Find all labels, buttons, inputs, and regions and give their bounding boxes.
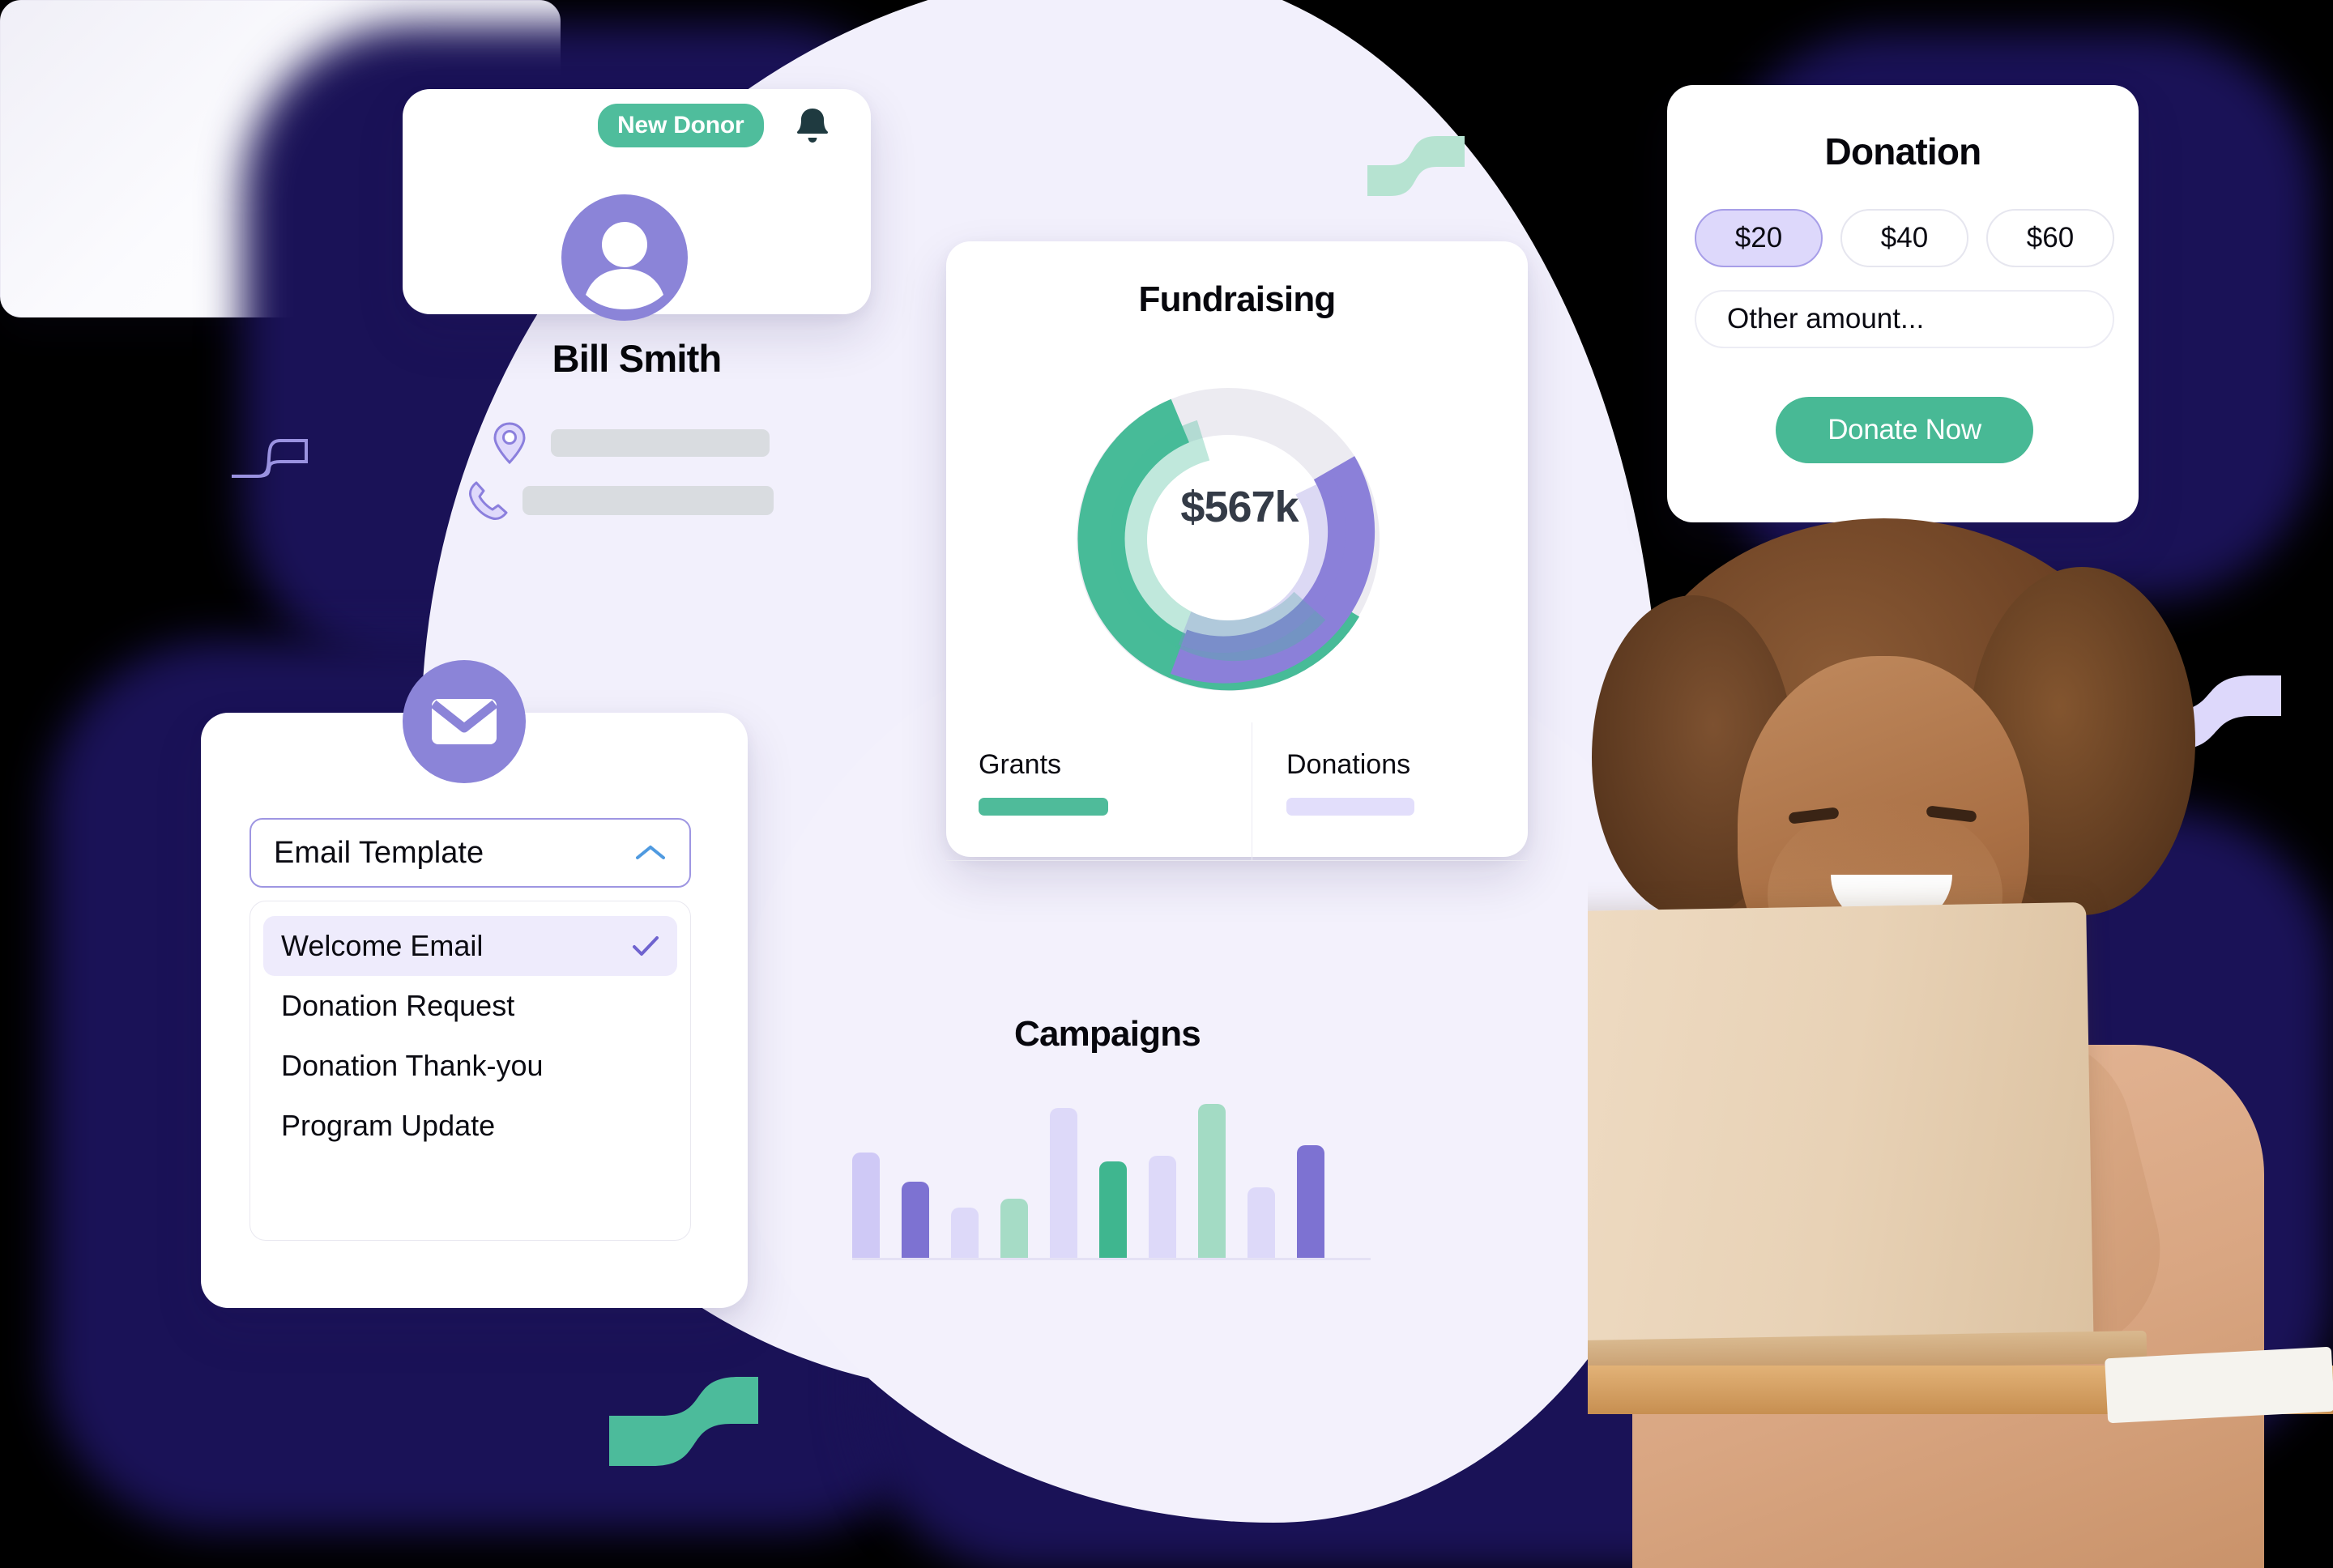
campaign-bar [951,1208,979,1259]
email-template-select[interactable]: Email Template [250,818,691,888]
envelope-badge [403,660,526,783]
user-avatar-icon [586,222,663,309]
legend-label-grants: Grants [979,749,1062,780]
campaign-bar [902,1182,929,1259]
email-template-option-program-update[interactable]: Program Update [263,1096,677,1156]
option-label: Welcome Email [281,929,484,962]
paper-on-desk [2105,1346,2333,1424]
campaign-bar [1297,1145,1324,1259]
chevron-up-icon[interactable] [634,843,667,863]
option-label: Donation Request [281,989,515,1022]
bell-icon[interactable] [790,104,835,149]
laptop-screen [1588,901,2094,1366]
photo-woman-at-laptop [1588,518,2333,1568]
campaign-bar [852,1153,880,1259]
avatar [561,194,688,321]
campaign-bar [1099,1161,1127,1259]
campaign-bar [1248,1187,1275,1259]
email-template-option-welcome-email[interactable]: Welcome Email [263,916,677,976]
location-pin-icon [493,422,526,465]
check-icon [633,936,659,956]
campaign-bar [1000,1199,1028,1259]
campaign-bar [1149,1156,1176,1259]
hero-illustration: New Donor Bill Smith Fundraising $567k G… [0,0,2333,1568]
legend-label-donations: Donations [1286,749,1411,780]
campaign-bar [1050,1108,1077,1259]
email-template-option-donation-request[interactable]: Donation Request [263,976,677,1036]
email-template-select-label: Email Template [274,835,484,870]
fundraising-divider-horizontal [946,860,1528,861]
email-template-option-donation-thank-you[interactable]: Donation Thank-you [263,1036,677,1096]
campaigns-axis-line [852,1258,1371,1260]
email-template-options-panel: Welcome Email Donation Request Donation … [250,901,691,1241]
wave-filled-teal-bottom-icon [609,1377,758,1466]
donation-title: Donation [1824,130,1982,173]
wave-outline-left-icon [232,439,308,478]
option-label: Program Update [281,1109,496,1142]
donor-phone-placeholder [522,486,774,515]
donate-now-button[interactable]: Donate Now [1776,397,2033,463]
legend-bar-grants [979,798,1108,816]
donor-name: Bill Smith [552,337,723,380]
campaigns-title: Campaigns [1014,1014,1201,1054]
fundraising-donut-chart [1077,388,1380,691]
donation-amount-option-20[interactable]: $20 [1695,209,1823,267]
campaign-bar [1198,1104,1226,1259]
legend-bar-donations [1286,798,1414,816]
donut-center-value: $567k [1180,483,1299,531]
campaigns-bar-chart [852,1085,1371,1259]
donation-amount-option-60[interactable]: $60 [1986,209,2114,267]
fundraising-title: Fundraising [1138,279,1337,319]
donor-location-placeholder [551,429,770,457]
phone-icon [469,481,508,520]
donation-amount-option-40[interactable]: $40 [1840,209,1968,267]
other-amount-input[interactable]: Other amount... [1695,290,2114,348]
status-badge-new-donor: New Donor [598,104,764,147]
envelope-icon [430,699,498,744]
wave-filled-green-top-icon [1367,136,1465,196]
option-label: Donation Thank-you [281,1049,544,1082]
